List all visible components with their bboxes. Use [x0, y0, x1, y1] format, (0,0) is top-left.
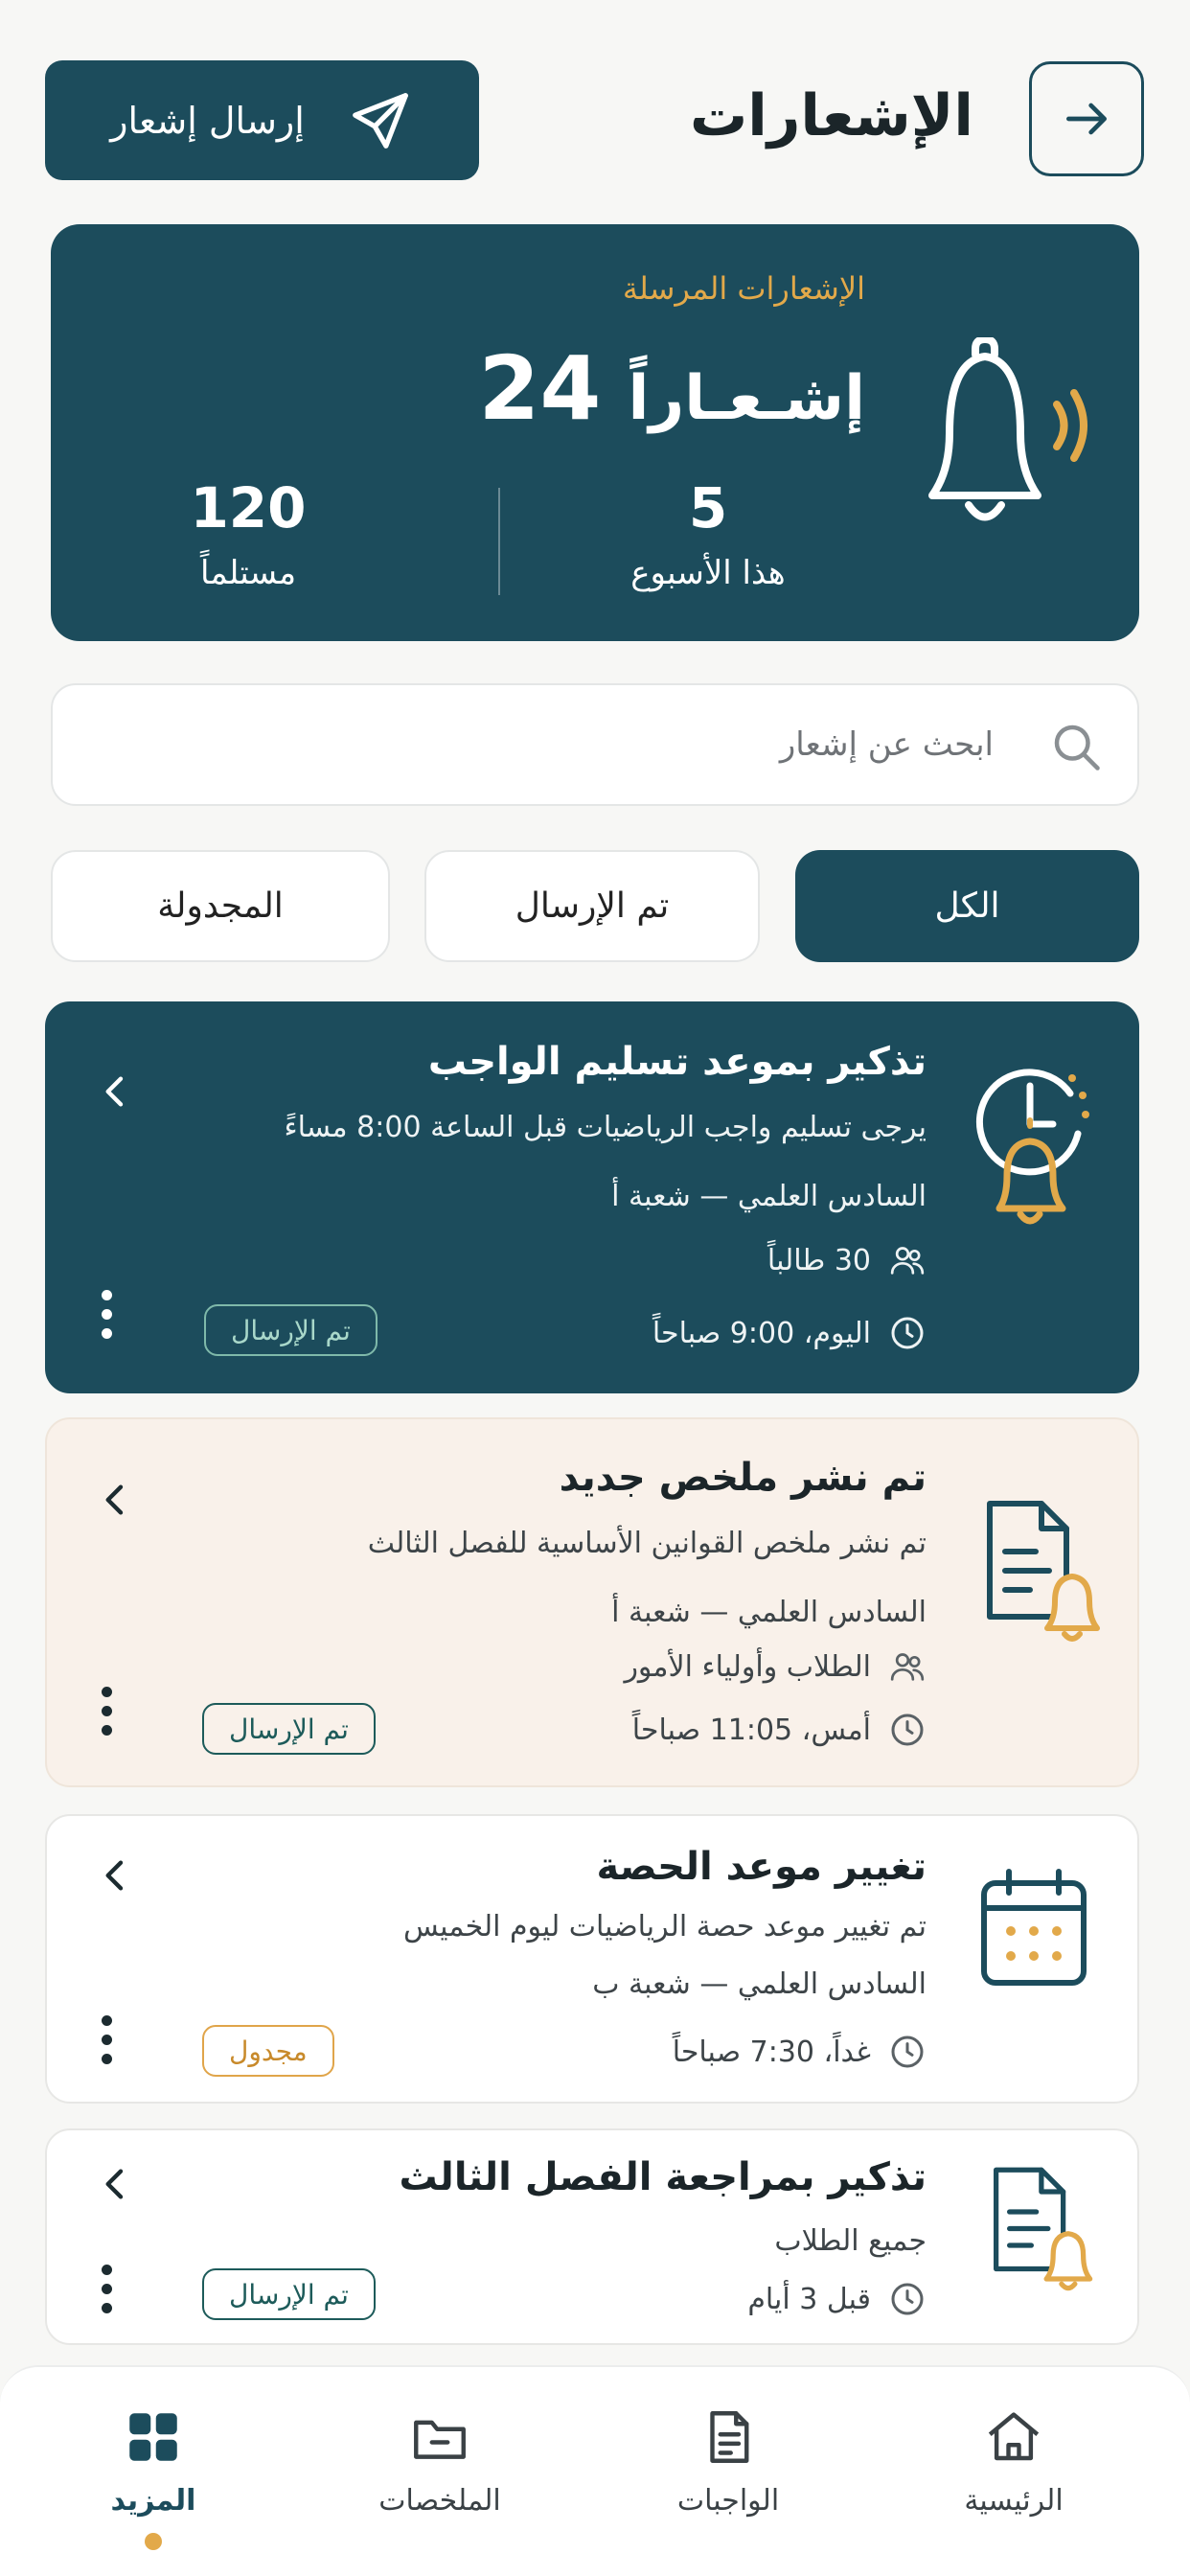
- stats-count: 24: [478, 337, 602, 440]
- notification-time: اليوم، 9:00 صباحاً: [652, 1314, 927, 1352]
- bottom-navigation: الرئيسية الواجبات الملخصات المزيد: [0, 2365, 1190, 2576]
- document-bell-icon: [978, 1498, 1103, 1655]
- nav-summaries[interactable]: الملخصات: [334, 2405, 545, 2518]
- search-input[interactable]: [227, 685, 994, 804]
- more-options-icon[interactable]: [97, 2015, 116, 2064]
- assignment-icon: [710, 2411, 749, 2463]
- status-badge: تم الإرسال: [204, 1304, 378, 1356]
- chevron-left-icon[interactable]: [97, 2161, 135, 2211]
- notification-body: جميع الطلاب: [774, 2224, 927, 2258]
- tab-all[interactable]: الكل: [795, 850, 1139, 962]
- active-indicator: [145, 2533, 162, 2550]
- time-text: قبل 3 أيام: [747, 2282, 871, 2316]
- time-text: غداً، 7:30 صباحاً: [672, 2035, 871, 2069]
- arrow-right-icon: [1066, 103, 1107, 135]
- status-badge: مجدول: [202, 2025, 334, 2077]
- clock-icon: [891, 2036, 924, 2068]
- notification-card[interactable]: تذكير بموعد تسليم الواجب يرجى تسليم واجب…: [45, 1001, 1139, 1393]
- nav-summaries-label: الملخصات: [378, 2484, 501, 2518]
- notification-audience: الطلاب وأولياء الأمور: [624, 1647, 927, 1686]
- recipients-value: 120: [190, 475, 307, 540]
- folder-icon: [414, 2420, 466, 2459]
- recipients-label: مستلماً: [199, 554, 297, 592]
- notification-class: السادس العلمي — شعبة ب: [592, 1967, 927, 2001]
- nav-home-label: الرئيسية: [964, 2484, 1064, 2518]
- notification-body: تم تغيير موعد حصة الرياضيات ليوم الخميس: [402, 1910, 927, 1944]
- notification-card[interactable]: تذكير بمراجعة الفصل الثالث جميع الطلاب ق…: [45, 2128, 1139, 2345]
- send-button-label: إرسال إشعار: [110, 99, 305, 142]
- clock-icon: [891, 2283, 924, 2315]
- stats-label: الإشعارات المرسلة: [622, 270, 865, 307]
- notification-title: تذكير بموعد تسليم الواجب: [427, 1040, 927, 1084]
- nav-more[interactable]: المزيد: [48, 2405, 259, 2550]
- notification-time: قبل 3 أيام: [747, 2280, 927, 2318]
- document-bell-icon: [978, 2165, 1103, 2303]
- notification-class: السادس العلمي — شعبة أ: [611, 1596, 927, 1629]
- tab-scheduled[interactable]: المجدولة: [51, 850, 390, 962]
- notification-body: تم نشر ملخص القوانين الأساسية للفصل الثا…: [367, 1527, 927, 1560]
- nav-assignments-label: الواجبات: [676, 2484, 780, 2518]
- time-text: اليوم، 9:00 صباحاً: [652, 1316, 871, 1350]
- search-box[interactable]: [51, 683, 1139, 806]
- stats-total: إشـعـاراً 24: [478, 337, 865, 440]
- chevron-left-icon[interactable]: [97, 1069, 135, 1118]
- audience-text: الطلاب وأولياء الأمور: [624, 1649, 871, 1684]
- notification-time: غداً، 7:30 صباحاً: [673, 2033, 927, 2071]
- notification-card[interactable]: تغيير موعد الحصة تم تغيير موعد حصة الريا…: [45, 1814, 1139, 2104]
- chevron-left-icon[interactable]: [97, 1477, 135, 1527]
- send-notification-button[interactable]: إرسال إشعار: [45, 60, 479, 180]
- status-badge: تم الإرسال: [202, 1703, 376, 1755]
- nav-assignments[interactable]: الواجبات: [623, 2405, 834, 2518]
- stats-divider: [498, 488, 500, 595]
- calendar-icon: [978, 1868, 1089, 1992]
- stat-this-week: 5 هذا الأسبوع: [564, 475, 852, 592]
- stats-count-word: إشـعـاراً: [628, 363, 865, 434]
- notification-title: تم نشر ملخص جديد: [559, 1456, 927, 1500]
- notification-body: يرجى تسليم واجب الرياضيات قبل الساعة 8:0…: [284, 1111, 927, 1144]
- notification-class: السادس العلمي — شعبة أ: [611, 1180, 927, 1213]
- more-options-icon[interactable]: [97, 2265, 116, 2313]
- home-icon: [988, 2412, 1040, 2461]
- clock-bell-icon: [974, 1065, 1089, 1231]
- clock-icon: [891, 1714, 924, 1746]
- notification-title: تذكير بمراجعة الفصل الثالث: [399, 2155, 927, 2199]
- week-value: 5: [688, 475, 728, 540]
- nav-home[interactable]: الرئيسية: [908, 2405, 1119, 2518]
- status-badge: تم الإرسال: [202, 2268, 376, 2320]
- nav-more-label: المزيد: [110, 2484, 196, 2518]
- users-icon: [890, 1247, 925, 1275]
- chevron-left-icon[interactable]: [97, 1852, 135, 1902]
- ringing-bell-icon: [913, 335, 1095, 542]
- audience-text: 30 طالباً: [767, 1243, 871, 1277]
- notification-card[interactable]: تم نشر ملخص جديد تم نشر ملخص القوانين ال…: [45, 1417, 1139, 1787]
- users-icon: [890, 1653, 925, 1681]
- more-options-icon[interactable]: [97, 1687, 116, 1736]
- time-text: أمس، 11:05 صباحاً: [631, 1713, 871, 1747]
- search-icon: [1047, 718, 1105, 779]
- week-label: هذا الأسبوع: [630, 554, 786, 592]
- sent-stats-card: الإشعارات المرسلة إشـعـاراً 24 5 هذا الأ…: [51, 224, 1139, 641]
- send-icon: [352, 92, 408, 149]
- back-button[interactable]: [1029, 61, 1144, 176]
- tab-sent[interactable]: تم الإرسال: [424, 850, 760, 962]
- notification-audience: 30 طالباً: [767, 1241, 927, 1279]
- notification-title: تغيير موعد الحصة: [596, 1845, 927, 1889]
- grid-icon: [129, 2413, 177, 2461]
- stat-recipients: 120 مستلماً: [104, 475, 392, 592]
- page-title: الإشعارات: [689, 82, 973, 150]
- clock-icon: [891, 1317, 924, 1349]
- more-options-icon[interactable]: [97, 1290, 116, 1339]
- notification-time: أمس، 11:05 صباحاً: [632, 1711, 927, 1749]
